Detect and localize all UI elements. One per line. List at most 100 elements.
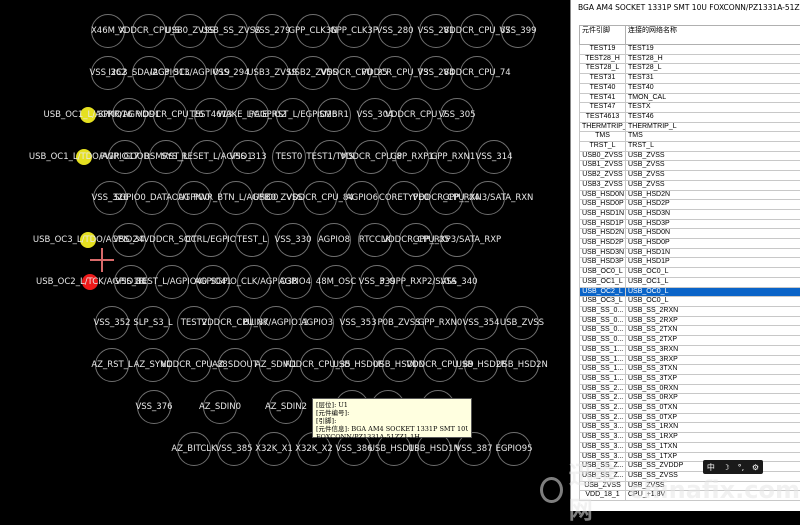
pin-cell: USB_SS_3... — [580, 423, 626, 433]
pin-cell: USB_HSD0N — [580, 190, 626, 200]
pin-net-label: BLINK/AGPIO11 — [243, 318, 308, 328]
pin-cell: USB_OC3_L — [580, 297, 626, 307]
table-row[interactable]: USB_HSD2PUSB_HSD0P — [580, 239, 800, 249]
pin-net-label: AZ_BITCLK — [171, 444, 216, 454]
pin-net-label: VSS_313 — [229, 152, 266, 162]
net-cell: USB_SS_2RXP — [626, 316, 800, 326]
table-row[interactable]: USB_HSD0PUSB_HSD2P — [580, 200, 800, 210]
net-cell: USB_HSD1P — [626, 258, 800, 268]
pin-net-label: X32K_X1 — [255, 444, 293, 454]
table-row[interactable]: TEST19TEST19 — [580, 45, 800, 55]
tooltip-part-info: [元件信息]: BGA AM4 SOCKET 1331P SMT 10U — [316, 425, 468, 433]
tooltip-pin: [引脚]: — [316, 417, 468, 425]
table-row[interactable]: USB_SS_0...USB_SS_2RXN — [580, 306, 800, 316]
table-row[interactable]: USB_SS_3...USB_SS_1TXN — [580, 442, 800, 452]
table-row[interactable]: TEST28_HTEST28_H — [580, 54, 800, 64]
net-cell: USB_ZVSS — [626, 151, 800, 161]
pin-cell: USB_SS_1... — [580, 345, 626, 355]
table-row[interactable]: USB_SS_2...USB_SS_0RXN — [580, 384, 800, 394]
tooltip-part-number: [元件编号]: — [316, 409, 468, 417]
net-cell: USB_HSD3P — [626, 219, 800, 229]
table-row[interactable]: USB_SS_1...USB_SS_3RXP — [580, 355, 800, 365]
table-row[interactable]: USB_OC3_LUSB_OC0_L — [580, 297, 800, 307]
table-row[interactable]: USB_SS_1...USB_SS_3TXN — [580, 365, 800, 375]
pin-cell: USB_OC2_L — [580, 287, 626, 297]
pin-net-label: AGPIO3 — [301, 318, 333, 328]
table-row[interactable]: THERMTRIP_LTHERMTRIP_L — [580, 122, 800, 132]
table-row[interactable]: USB2_ZVSSUSB_ZVSS — [580, 171, 800, 181]
pin-net-label: VSS_386 — [335, 444, 372, 454]
pin-net-label: USB_SS_ZVSS — [201, 26, 260, 36]
pin-cell: TEST47 — [580, 103, 626, 113]
pin-net-label: GPP_RXN3/SATA_RXN — [443, 193, 534, 203]
pin-net-label: VSS_340 — [440, 277, 477, 287]
table-row[interactable]: TRST_LTRST_L — [580, 142, 800, 152]
pin-net-label: GPP_RXN1 — [431, 152, 476, 162]
pin-cell: TEST28_H — [580, 54, 626, 64]
table-row[interactable]: USB_SS_1...USB_SS_3RXN — [580, 345, 800, 355]
table-row[interactable]: TEST40TEST40 — [580, 83, 800, 93]
pin-cell: USB_SS_2... — [580, 413, 626, 423]
pin-net-label: VSS_353 — [339, 318, 376, 328]
table-row[interactable]: USB_HSD0NUSB_HSD2N — [580, 190, 800, 200]
table-row[interactable]: TEST4613TEST46 — [580, 112, 800, 122]
pin-cell: USB_SS_3... — [580, 433, 626, 443]
table-row[interactable]: USB_HSD3NUSB_HSD1N — [580, 248, 800, 258]
net-cell: USB_HSD2P — [626, 200, 800, 210]
table-row[interactable]: TEST41TMON_CAL — [580, 93, 800, 103]
pin-net-label: GPP_RXN0 — [418, 318, 463, 328]
net-cell: TEST46 — [626, 112, 800, 122]
net-cell: USB_HSD2N — [626, 190, 800, 200]
table-row[interactable]: USB_HSD1PUSB_HSD3P — [580, 219, 800, 229]
watermark: 迅维网 chinafix.com — [540, 468, 800, 511]
column-header-pin[interactable]: 元件引脚 — [580, 26, 626, 45]
table-row[interactable]: USB_HSD1NUSB_HSD3N — [580, 209, 800, 219]
net-cell: TRST_L — [626, 142, 800, 152]
net-cell: USB_SS_1TXN — [626, 442, 800, 452]
table-row[interactable]: USB_OC2_LUSB_OC0_L — [580, 287, 800, 297]
table-row[interactable]: USB_SS_2...USB_SS_0RXP — [580, 394, 800, 404]
table-row[interactable]: USB0_ZVSSUSB_ZVSS — [580, 151, 800, 161]
table-row[interactable]: USB_SS_0...USB_SS_2TXN — [580, 326, 800, 336]
pin-cell: TEST41 — [580, 93, 626, 103]
table-row[interactable]: USB_SS_2...USB_SS_0TXN — [580, 404, 800, 414]
table-row[interactable]: TEST47TESTX — [580, 103, 800, 113]
pin-cell: TRST_L — [580, 142, 626, 152]
pin-cell: USB_SS_1... — [580, 355, 626, 365]
pin-net-label: VSS_279 — [253, 26, 290, 36]
pin-cell: USB_HSD2P — [580, 239, 626, 249]
pin-cell: THERMTRIP_L — [580, 122, 626, 132]
net-cell: USB_SS_0TXP — [626, 413, 800, 423]
net-cell: USB_SS_3TXN — [626, 365, 800, 375]
table-row[interactable]: USB_SS_1...USB_SS_3TXP — [580, 374, 800, 384]
table-row[interactable]: USB_SS_3...USB_SS_1RXP — [580, 433, 800, 443]
crosshair-cursor-icon — [90, 248, 114, 272]
net-cell: USB_SS_2TXN — [626, 326, 800, 336]
table-row[interactable]: USB_SS_0...USB_SS_2TXP — [580, 336, 800, 346]
table-row[interactable]: USB_HSD2NUSB_HSD0N — [580, 229, 800, 239]
table-row[interactable]: TMSTMS — [580, 132, 800, 142]
table-row[interactable]: USB_SS_3...USB_SS_1RXN — [580, 423, 800, 433]
table-row[interactable]: USB_OC0_LUSB_OC0_L — [580, 268, 800, 278]
table-row[interactable]: USB3_ZVSSUSB_ZVSS — [580, 180, 800, 190]
table-row[interactable]: USB_SS_2...USB_SS_0TXP — [580, 413, 800, 423]
pcb-board-view[interactable]: X46M_XVDDCR_CPU_SUSB0_ZVSSUSB_SS_ZVSSVSS… — [0, 0, 570, 511]
table-row[interactable]: USB_SS_0...USB_SS_2RXP — [580, 316, 800, 326]
pin-cell: USB_SS_2... — [580, 394, 626, 404]
pin-net-table: 元件引脚 连接的网络名称 TEST19TEST19TEST28_HTEST28_… — [579, 25, 800, 501]
pin-net-label: AZ_RST_L — [91, 360, 132, 370]
table-row[interactable]: TEST31TEST31 — [580, 74, 800, 84]
net-cell: TEST28_H — [626, 54, 800, 64]
net-cell: USB_OC1_L — [626, 277, 800, 287]
pin-net-table-scroll[interactable]: 元件引脚 连接的网络名称 TEST19TEST19TEST28_HTEST28_… — [579, 25, 800, 511]
column-header-net[interactable]: 连接的网络名称 — [626, 26, 800, 45]
net-cell: USB_HSD1N — [626, 248, 800, 258]
net-cell: USB_ZVSS — [626, 180, 800, 190]
table-row[interactable]: USB_HSD3PUSB_HSD1P — [580, 258, 800, 268]
net-cell: USB_OC0_L — [626, 268, 800, 278]
pin-cell: USB_SS_2... — [580, 384, 626, 394]
table-row[interactable]: USB1_ZVSSUSB_ZVSS — [580, 161, 800, 171]
table-row[interactable]: TEST28_LTEST28_L — [580, 64, 800, 74]
table-row[interactable]: USB_OC1_LUSB_OC1_L — [580, 277, 800, 287]
pin-net-label: VSS_294 — [212, 68, 249, 78]
